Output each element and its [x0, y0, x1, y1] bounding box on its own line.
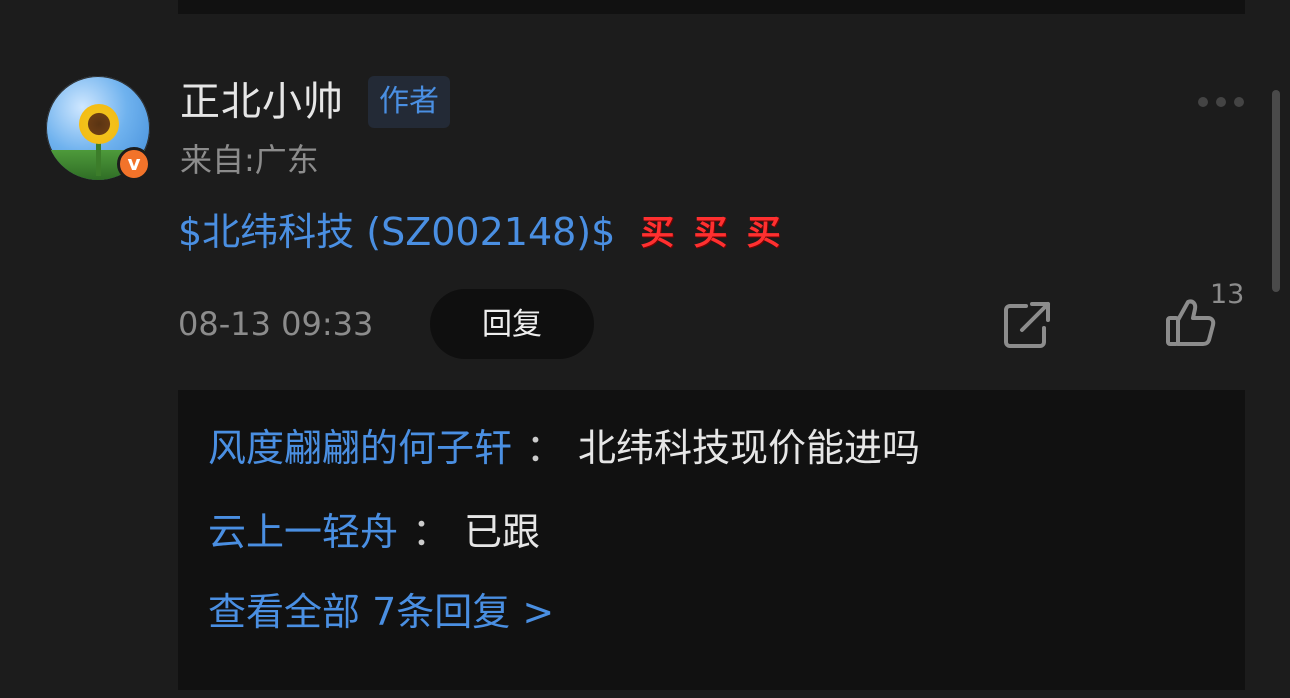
more-options-icon[interactable] — [1196, 94, 1246, 110]
replies-preview: 风度翩翩的何子轩 ： 北纬科技现价能进吗 云上一轻舟 ： 已跟 查看全部 7条回复 > — [178, 390, 1245, 690]
comment-content: $北纬科技 (SZ002148)$ 买 买 买 — [178, 206, 793, 258]
previous-comment-block — [178, 0, 1245, 14]
share-icon[interactable] — [1000, 298, 1056, 350]
more-dot — [1216, 97, 1226, 107]
reply-item[interactable]: 云上一轻舟 ： 已跟 — [208, 506, 540, 558]
buy-emoji-icon: 买 — [693, 212, 728, 253]
scrollbar[interactable] — [1272, 90, 1280, 292]
reply-author[interactable]: 风度翩翩的何子轩 — [208, 426, 512, 470]
emoji-group: 买 买 买 — [638, 206, 792, 258]
username[interactable]: 正北小帅 — [180, 76, 344, 128]
buy-emoji-icon: 买 — [640, 212, 675, 253]
reply-author[interactable]: 云上一轻舟 — [208, 510, 398, 554]
view-all-replies-link[interactable]: 查看全部 7条回复 > — [208, 586, 554, 638]
author-tag: 作者 — [368, 76, 450, 128]
location-label: 来自:广东 — [180, 141, 319, 179]
reply-text: 北纬科技现价能进吗 — [578, 426, 921, 470]
comment-page: v 正北小帅 作者 来自:广东 $北纬科技 (SZ002148)$ 买 买 买 … — [0, 0, 1290, 698]
buy-emoji-icon: 买 — [746, 212, 781, 253]
reply-item[interactable]: 风度翩翩的何子轩 ： 北纬科技现价能进吗 — [208, 422, 920, 474]
sunflower-icon — [79, 104, 119, 144]
more-dot — [1234, 97, 1244, 107]
more-dot — [1198, 97, 1208, 107]
reply-separator: ： — [412, 510, 451, 554]
reply-text: 已跟 — [464, 510, 541, 554]
reply-separator: ： — [526, 426, 565, 470]
like-count: 13 — [1210, 279, 1245, 310]
verified-badge-icon: v — [117, 147, 151, 181]
timestamp: 08-13 09:33 — [178, 305, 374, 343]
stock-link[interactable]: $北纬科技 (SZ002148)$ — [178, 210, 615, 254]
reply-button[interactable]: 回复 — [430, 289, 594, 359]
